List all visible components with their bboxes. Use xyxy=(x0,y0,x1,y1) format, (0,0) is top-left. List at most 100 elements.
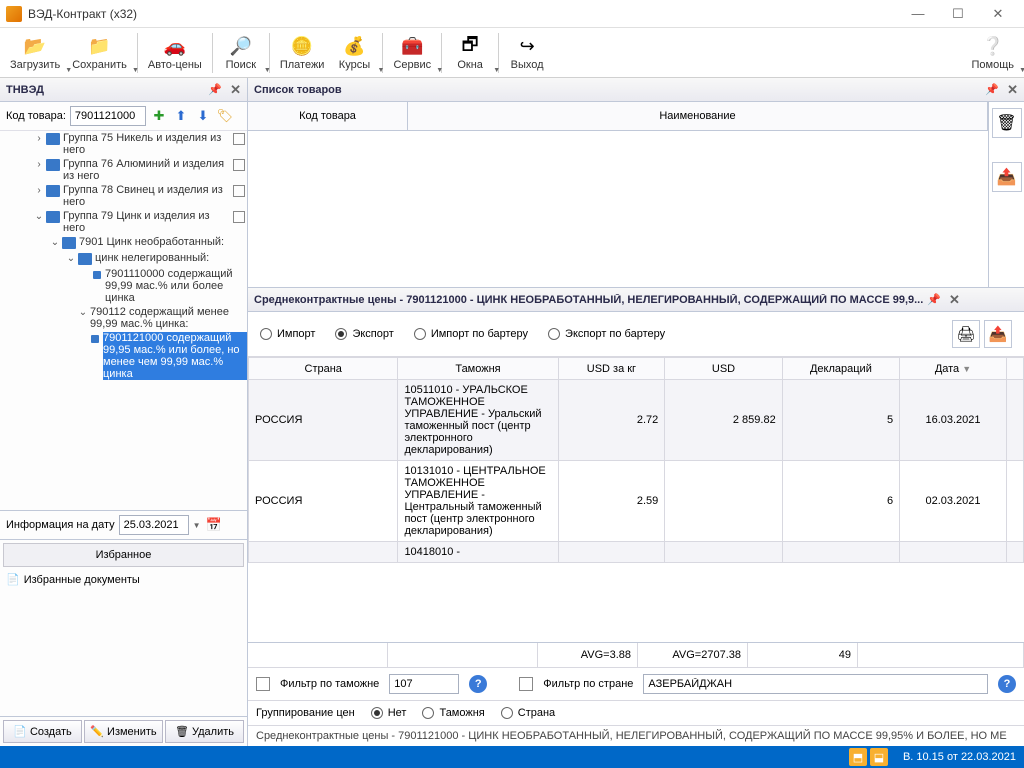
tree-node[interactable]: 7901110000 содержащий 99,99 мас.% или бо… xyxy=(105,268,247,304)
arrow-up-icon[interactable]: ⬆ xyxy=(172,107,190,125)
windows-button[interactable]: 🗗Окна▼ xyxy=(446,30,494,76)
grid-row[interactable]: 10418010 - xyxy=(249,542,1024,563)
leaf-icon xyxy=(91,335,99,343)
date-dropdown-icon[interactable]: ▼ xyxy=(193,521,201,530)
window-title: ВЭД-Контракт (x32) xyxy=(28,7,898,21)
tag-icon[interactable]: 🏷 xyxy=(216,107,234,125)
prices-grid[interactable]: Страна Таможня USD за кг USD Деклараций … xyxy=(248,357,1024,563)
favorites-item[interactable]: 📄Избранные документы xyxy=(6,573,241,586)
search-icon: 🔎 xyxy=(229,35,253,59)
filter-customs-input[interactable] xyxy=(389,674,459,694)
tree-checkbox[interactable] xyxy=(233,159,245,171)
grid-row[interactable]: РОССИЯ 10131010 - ЦЕНТРАЛЬНОЕ ТАМОЖЕННОЕ… xyxy=(249,461,1024,542)
pin-icon[interactable]: 📌 xyxy=(927,293,941,306)
radio-group-none[interactable]: Нет xyxy=(371,707,407,719)
radio-group-country[interactable]: Страна xyxy=(501,707,555,719)
create-button[interactable]: 📄Создать xyxy=(3,720,82,743)
print-icon[interactable]: 🖨 xyxy=(952,320,980,348)
radio-export-barter[interactable]: Экспорт по бартеру xyxy=(548,328,665,340)
date-input[interactable] xyxy=(119,515,189,535)
app-icon xyxy=(6,6,22,22)
minimize-button[interactable]: — xyxy=(898,2,938,26)
tree-node[interactable]: 790112 содержащий менее 99,99 мас.% цинк… xyxy=(90,306,247,330)
radio-import[interactable]: Импорт xyxy=(260,328,315,340)
close-button[interactable]: ✕ xyxy=(978,2,1018,26)
goods-table[interactable]: Код товара Наименование xyxy=(248,102,988,287)
favorites-header[interactable]: Избранное xyxy=(3,543,244,567)
radio-import-barter[interactable]: Импорт по бартеру xyxy=(414,328,528,340)
expand-icon[interactable]: › xyxy=(32,132,46,146)
panel-close-icon[interactable]: ✕ xyxy=(949,292,960,308)
exit-button[interactable]: ↪Выход xyxy=(503,30,551,76)
collapse-icon[interactable]: ⌄ xyxy=(32,210,46,224)
filter-icon[interactable]: ▼ xyxy=(962,364,971,374)
money-icon: 💰 xyxy=(342,35,366,59)
panel-close-icon[interactable]: ✕ xyxy=(230,82,241,98)
tree-node[interactable]: Группа 75 Никель и изделия из него xyxy=(63,132,233,156)
status-icon-2[interactable]: ⬓ xyxy=(870,748,888,766)
col-decl[interactable]: Деклараций xyxy=(782,358,899,380)
tree-node-selected[interactable]: 7901121000 содержащий 99,95 мас.% или бо… xyxy=(103,332,247,380)
save-button[interactable]: 📁Сохранить▼ xyxy=(66,30,133,76)
folder-open-icon: 📂 xyxy=(23,35,47,59)
export-icon[interactable]: 📤 xyxy=(992,162,1022,192)
col-name[interactable]: Наименование xyxy=(408,102,988,130)
status-icon-1[interactable]: ⬒ xyxy=(849,748,867,766)
add-icon[interactable]: ✚ xyxy=(150,107,168,125)
collapse-icon[interactable]: ⌄ xyxy=(76,306,90,320)
help-button[interactable]: ❔Помощь▼ xyxy=(966,30,1021,76)
arrow-down-icon[interactable]: ⬇ xyxy=(194,107,212,125)
expand-icon[interactable]: › xyxy=(32,158,46,172)
pin-icon[interactable]: 📌 xyxy=(985,83,999,96)
service-button[interactable]: 🧰Сервис▼ xyxy=(387,30,437,76)
col-customs[interactable]: Таможня xyxy=(398,358,558,380)
tree-node[interactable]: 7901 Цинк необработанный: xyxy=(79,236,247,248)
summary-row: AVG=3.88 AVG=2707.38 49 xyxy=(248,642,1024,667)
tree-node[interactable]: Группа 78 Свинец и изделия из него xyxy=(63,184,233,208)
help-icon[interactable]: ? xyxy=(469,675,487,693)
panel-close-icon[interactable]: ✕ xyxy=(1007,82,1018,98)
delete-button[interactable]: 🗑Удалить xyxy=(165,720,244,743)
export-icon[interactable]: 📤 xyxy=(984,320,1012,348)
tnved-tree[interactable]: › Группа 75 Никель и изделия из него › Гру… xyxy=(0,131,247,511)
maximize-button[interactable]: ☐ xyxy=(938,2,978,26)
filter-customs-checkbox[interactable] xyxy=(256,677,270,691)
radio-group-customs[interactable]: Таможня xyxy=(422,707,484,719)
collapse-icon[interactable]: ⌄ xyxy=(48,236,62,250)
col-date[interactable]: Дата ▼ xyxy=(900,358,1007,380)
col-usdkg[interactable]: USD за кг xyxy=(558,358,665,380)
tnved-panel-header: ТНВЭД 📌 ✕ xyxy=(0,78,247,102)
new-icon: 📄 xyxy=(13,725,27,738)
windows-icon: 🗗 xyxy=(458,35,482,59)
autoprice-button[interactable]: 🚗Авто-цены xyxy=(142,30,208,76)
grid-row[interactable]: РОССИЯ 10511010 - УРАЛЬСКОЕ ТАМОЖЕННОЕ У… xyxy=(249,380,1024,461)
payments-button[interactable]: 🪙Платежи xyxy=(274,30,331,76)
calendar-icon[interactable]: 📅 xyxy=(205,516,223,534)
goods-title: Список товаров xyxy=(254,84,981,96)
filter-country-checkbox[interactable] xyxy=(519,677,533,691)
help-icon[interactable]: ? xyxy=(998,675,1016,693)
tree-node[interactable]: цинк нелегированный: xyxy=(95,252,247,264)
help-icon: ❔ xyxy=(981,35,1005,59)
expand-icon[interactable]: › xyxy=(32,184,46,198)
recycle-icon[interactable]: 🗑 xyxy=(992,108,1022,138)
code-input[interactable] xyxy=(70,106,146,126)
prices-panel-header: Среднеконтрактные цены - 7901121000 - ЦИ… xyxy=(248,288,1024,312)
filter-country-input[interactable] xyxy=(643,674,988,694)
edit-button[interactable]: ✏️Изменить xyxy=(84,720,163,743)
book-icon xyxy=(46,133,60,145)
search-button[interactable]: 🔎Поиск▼ xyxy=(217,30,265,76)
rates-button[interactable]: 💰Курсы▼ xyxy=(330,30,378,76)
tree-checkbox[interactable] xyxy=(233,133,245,145)
col-usd[interactable]: USD xyxy=(665,358,782,380)
tree-checkbox[interactable] xyxy=(233,185,245,197)
load-button[interactable]: 📂Загрузить▼ xyxy=(4,30,66,76)
tree-node[interactable]: Группа 79 Цинк и изделия из него xyxy=(63,210,233,234)
pin-icon[interactable]: 📌 xyxy=(208,83,222,96)
col-code[interactable]: Код товара xyxy=(248,102,408,130)
col-country[interactable]: Страна xyxy=(249,358,398,380)
tree-checkbox[interactable] xyxy=(233,211,245,223)
tree-node[interactable]: Группа 76 Алюминий и изделия из него xyxy=(63,158,233,182)
collapse-icon[interactable]: ⌄ xyxy=(64,252,78,266)
radio-export[interactable]: Экспорт xyxy=(335,328,393,340)
